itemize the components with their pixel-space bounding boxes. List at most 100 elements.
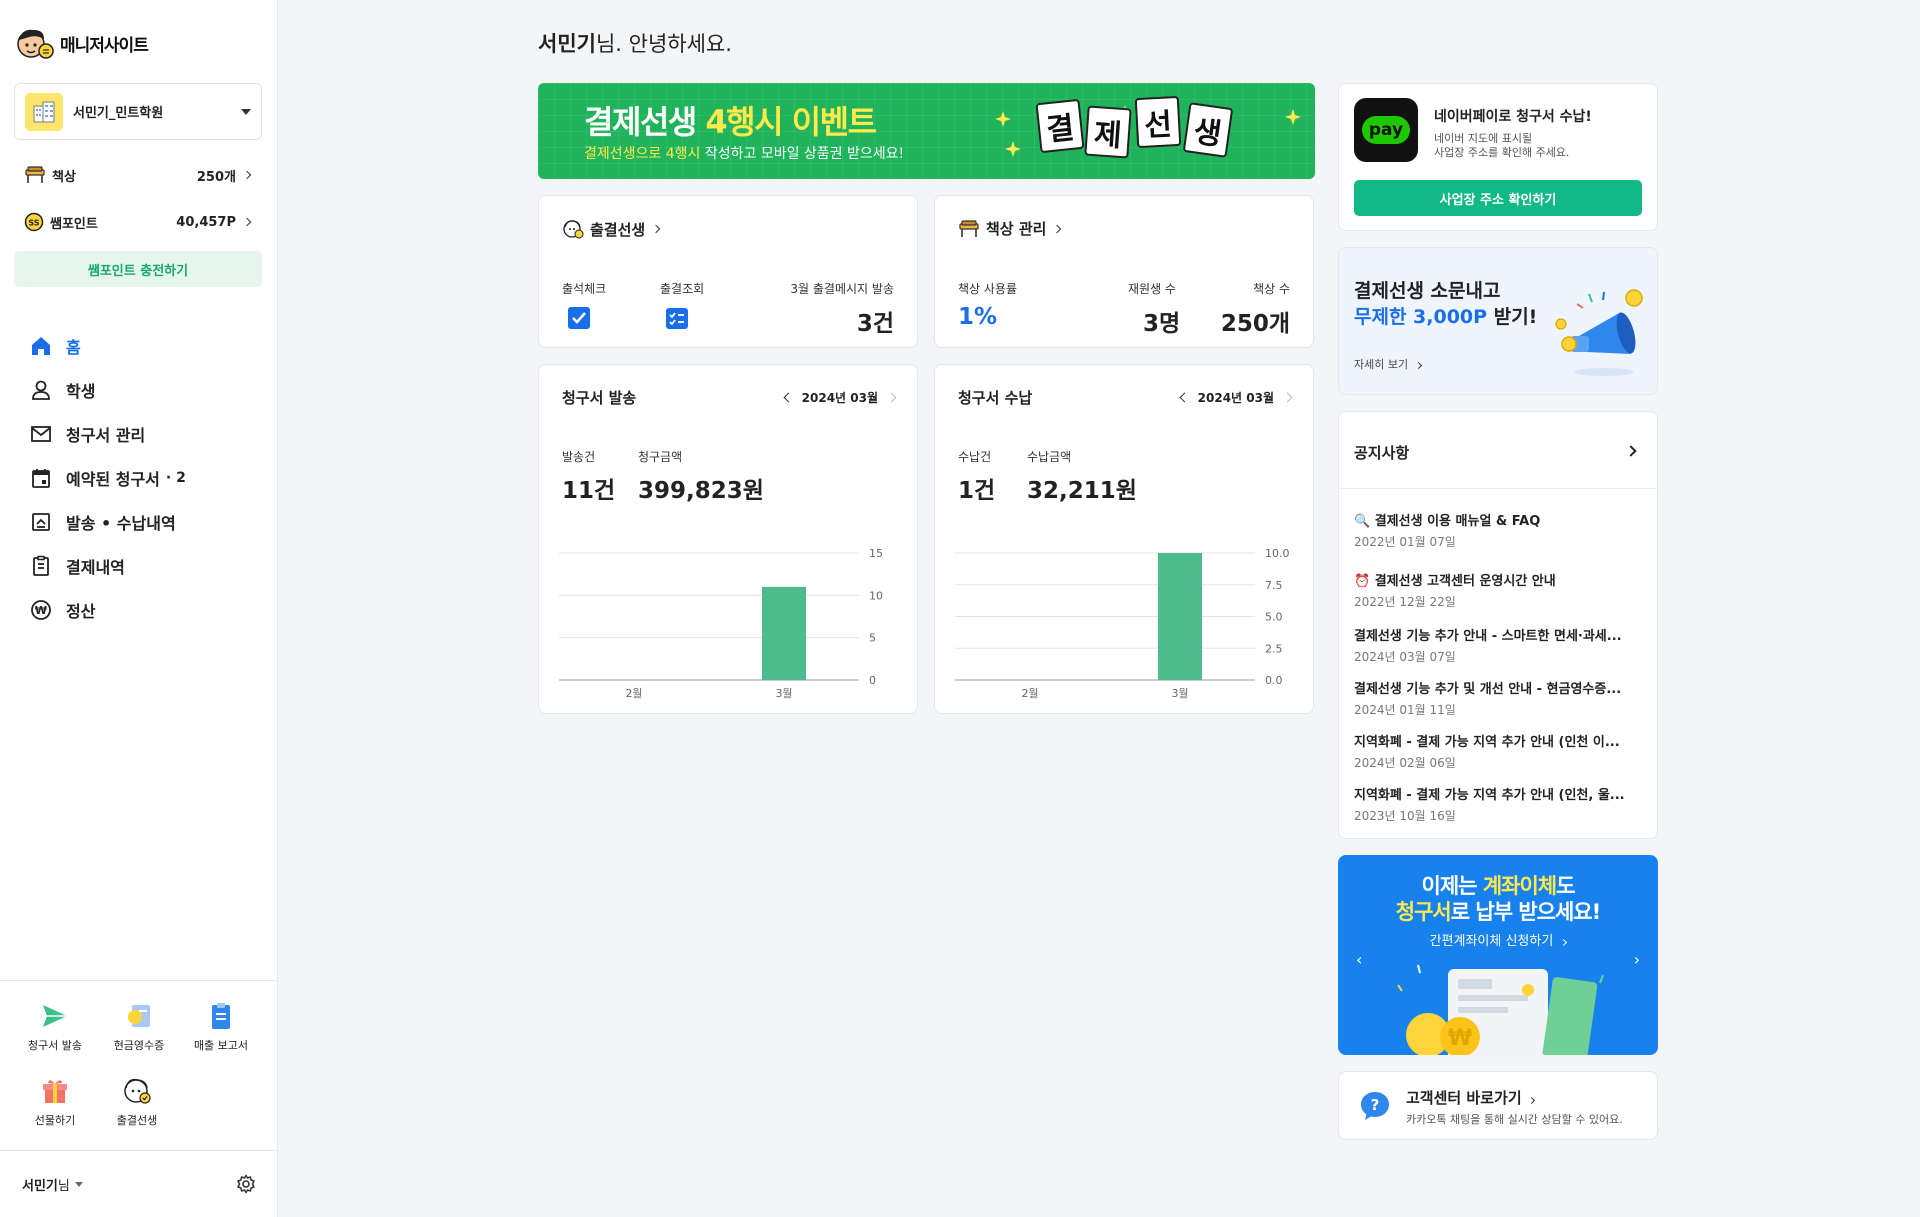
nav-item-history[interactable]: 발송 • 수납내역: [30, 500, 186, 544]
desk-count-row[interactable]: 책상 250개: [24, 163, 252, 187]
carousel-prev-icon[interactable]: ‹: [1356, 950, 1362, 969]
checklist-icon[interactable]: [665, 306, 689, 330]
nav-item-students[interactable]: 학생: [30, 368, 186, 412]
desk-card-title[interactable]: 책상 관리: [958, 218, 1062, 239]
notice-item[interactable]: 결제선생 기능 추가 및 개선 안내 - 현금영수증... 2024년 01월 …: [1354, 678, 1644, 718]
caret-down-icon: [74, 1181, 83, 1187]
y-tick-label: 2.5: [1265, 642, 1283, 655]
attendance-mascot-icon: [124, 1078, 151, 1104]
nav-label: 결제내역: [66, 558, 125, 577]
paper-plane-icon: [43, 1005, 67, 1027]
svg-text:?: ?: [1371, 1096, 1380, 1114]
logo[interactable]: 매니저사이트: [14, 26, 149, 60]
sent-amount-value: 399,823원: [638, 478, 764, 504]
quick-label: 매출 보고서: [193, 1039, 249, 1052]
sent-count-label: 발송건: [562, 450, 596, 464]
invoice-paid-chart: 0.0 2.5 5.0 7.5 10.0 2월 3월: [955, 547, 1290, 700]
home-icon: [32, 337, 50, 355]
promo-link[interactable]: 자세히 보기: [1354, 356, 1422, 372]
students-label: 재원생 수: [1128, 282, 1176, 296]
point-coin-icon: SS: [24, 212, 44, 232]
desk-title: 책상 관리: [986, 220, 1047, 238]
transfer-highlight: 계좌이체: [1482, 874, 1557, 898]
notice-item[interactable]: 지역화폐 - 결제 가능 지역 추가 안내 (인천, 울... 2023년 10…: [1354, 784, 1644, 824]
notice-item-title: 지역화폐 - 결제 가능 지역 추가 안내 (인천, 울...: [1354, 788, 1625, 803]
notice-item-date: 2024년 03월 07일: [1354, 650, 1456, 664]
nav-item-invoices[interactable]: 청구서 관리: [30, 412, 186, 456]
nav-item-scheduled[interactable]: 예약된 청구서 · 2: [30, 456, 186, 500]
desk-card: 책상 관리 책상 사용률 1% 재원생 수 3명 책상 수 250개: [934, 195, 1314, 348]
chevron-right-icon: [1414, 361, 1422, 370]
quick-cash-receipt[interactable]: 현금영수증: [97, 1001, 181, 1053]
month-label: 2024년 03월: [801, 391, 878, 405]
chevron-right-icon[interactable]: [1625, 445, 1637, 457]
y-tick-label: 10: [869, 589, 883, 602]
support-title: 고객센터 바로가기: [1406, 1087, 1535, 1108]
naverpay-desc-2: 사업장 주소를 확인해 주세요.: [1434, 146, 1570, 159]
notice-item[interactable]: ⏰ 결제선생 고객센터 운영시간 안내 2022년 12월 22일: [1354, 570, 1644, 610]
lookup-label: 출결조회: [660, 282, 705, 296]
chevron-right-icon: [651, 224, 661, 234]
support-card[interactable]: ? 고객센터 바로가기 카카오톡 채팅을 통해 실시간 상담할 수 있어요.: [1338, 1071, 1658, 1140]
event-banner[interactable]: 결제선생 4행시 이벤트 결제선생으로 4행시 작성하고 모바일 상품권 받으세…: [538, 83, 1315, 179]
transfer-text: 도: [1556, 874, 1575, 898]
chevron-left-icon[interactable]: [1179, 392, 1190, 403]
transfer-highlight: 청구서: [1395, 900, 1452, 924]
nav-label: 발송 • 수납내역: [66, 514, 176, 533]
quick-sales-report[interactable]: 매출 보고서: [179, 1001, 263, 1053]
nav-item-home[interactable]: 홈: [30, 324, 186, 368]
sidebar-footer: 서민기님: [0, 1150, 278, 1217]
event-banner-title: 결제선생 4행시 이벤트: [584, 97, 877, 143]
y-tick-label: 5: [869, 632, 876, 645]
transfer-link-label: 간편계좌이체 신청하기: [1429, 934, 1554, 949]
notice-item-title: 🔍 결제선생 이용 매뉴얼 & FAQ: [1354, 514, 1541, 529]
academy-select[interactable]: 서민기_민트학원: [14, 83, 262, 140]
attendance-card-title[interactable]: 출결선생: [562, 218, 661, 240]
checkbox-icon[interactable]: [567, 306, 591, 330]
desk-value: 250개: [196, 169, 236, 185]
report-clipboard-icon: [212, 1003, 230, 1029]
transfer-banner-title: 이제는 계좌이체도 청구서로 납부 받으세요!: [1338, 873, 1658, 925]
transfer-banner[interactable]: 이제는 계좌이체도 청구서로 납부 받으세요! 간편계좌이체 신청하기 ‹ › …: [1338, 855, 1658, 1055]
nav-item-payments[interactable]: 결제내역: [30, 544, 186, 588]
event-sub-part: 작성하고 모바일 상품권 받으세요!: [700, 146, 905, 162]
notice-item[interactable]: 지역화폐 - 결제 가능 지역 추가 안내 (인천 이... 2024년 02월…: [1354, 731, 1644, 771]
promo-link-label: 자세히 보기: [1354, 358, 1409, 371]
check-address-button[interactable]: 사업장 주소 확인하기: [1354, 180, 1642, 216]
paid-amount-value: 32,211원: [1027, 478, 1137, 504]
sam-point-row[interactable]: SS 쌤포인트 40,457P: [24, 210, 252, 234]
nav-item-settlement[interactable]: ₩ 정산: [30, 588, 186, 632]
quick-send-invoice[interactable]: 청구서 발송: [13, 1001, 97, 1053]
megaphone-icon: [1555, 289, 1643, 376]
quick-label: 출결선생: [116, 1114, 158, 1127]
transfer-link[interactable]: 간편계좌이체 신청하기: [1338, 930, 1658, 949]
naverpay-pill: pay: [1362, 116, 1410, 144]
y-tick-label: 0: [869, 674, 876, 687]
chevron-right-icon[interactable]: [1282, 392, 1293, 403]
event-sub-highlight: 결제선생으로 4행시: [584, 146, 701, 162]
quick-gift[interactable]: 선물하기: [13, 1076, 97, 1128]
notice-item-title: 지역화폐 - 결제 가능 지역 추가 안내 (인천 이...: [1354, 735, 1620, 750]
quick-attendance[interactable]: 출결선생: [95, 1076, 179, 1128]
notice-item[interactable]: 결제선생 기능 추가 안내 - 스마트한 면세·과세... 2024년 03월 …: [1354, 625, 1644, 665]
coin-symbol: ₩: [1448, 1026, 1472, 1051]
notice-card: 공지사항 🔍 결제선생 이용 매뉴얼 & FAQ 2022년 01월 07일 ⏰…: [1338, 411, 1658, 839]
promo-card[interactable]: 결제선생 소문내고 무제한 3,000P 받기! 자세히 보기: [1338, 247, 1658, 395]
notice-item-date: 2022년 01월 07일: [1354, 535, 1456, 549]
sidebar: 매니저사이트 서민기_민트학원 책상 250개 SS 쌤포인트 40,457P …: [0, 0, 278, 1217]
caret-down-icon: [241, 108, 251, 115]
chevron-right-icon: [1527, 1096, 1535, 1105]
gear-icon[interactable]: [236, 1174, 256, 1194]
point-label: 쌤포인트: [50, 216, 98, 232]
user-menu[interactable]: 서민기님: [22, 1175, 83, 1194]
notice-item[interactable]: 🔍 결제선생 이용 매뉴얼 & FAQ 2022년 01월 07일: [1354, 510, 1644, 550]
chevron-right-icon[interactable]: [886, 392, 897, 403]
chevron-left-icon[interactable]: [783, 392, 794, 403]
event-tile: 결: [1035, 98, 1085, 154]
invoice-paid-title: 청구서 수납: [958, 389, 1033, 407]
carousel-next-icon[interactable]: ›: [1634, 950, 1640, 969]
support-desc: 카카오톡 채팅을 통해 실시간 상담할 수 있어요.: [1406, 1113, 1623, 1126]
transfer-text: 로 납부 받으세요!: [1450, 900, 1601, 924]
charge-point-button[interactable]: 쌤포인트 충전하기: [14, 251, 262, 287]
invoice-paid-card: 청구서 수납 2024년 03월 수납건 1건 수납금액 32,211원 0.0…: [934, 364, 1314, 714]
